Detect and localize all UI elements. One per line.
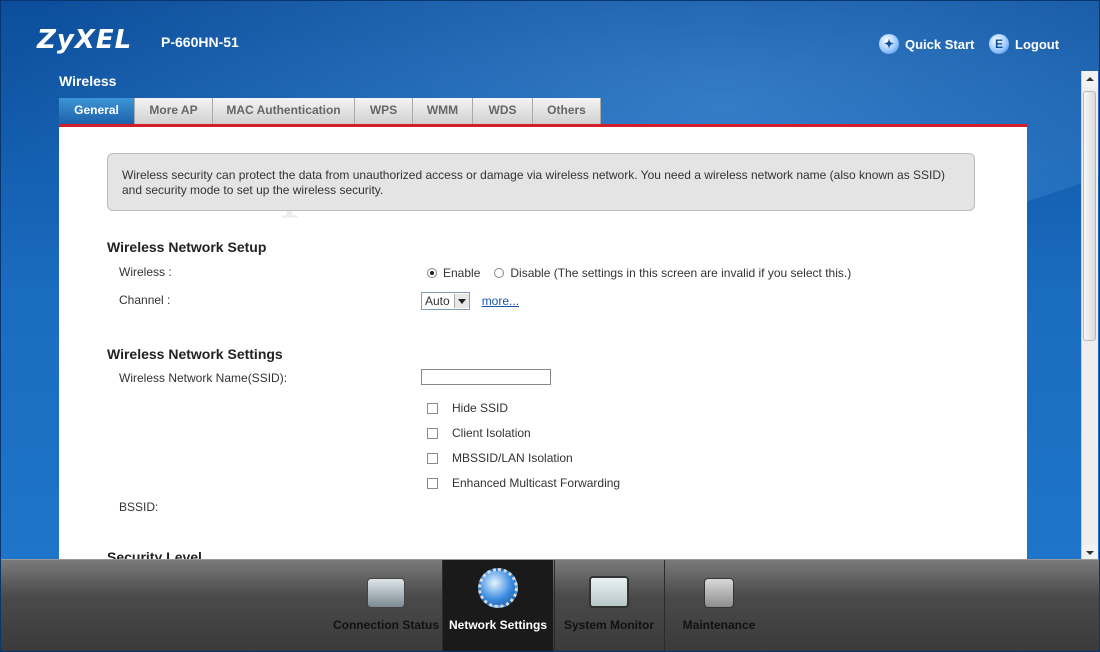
security-level-heading: Security Level — [107, 549, 202, 559]
channel-select-value: Auto — [425, 294, 450, 308]
nav-connection-status[interactable]: Connection Status — [331, 560, 441, 651]
channel-control: Auto more... — [421, 292, 519, 310]
tab-wds[interactable]: WDS — [473, 98, 533, 125]
mbssid-lan-isolation-checkbox[interactable] — [427, 452, 438, 464]
enable-radio[interactable] — [427, 268, 437, 278]
hide-ssid-label: Hide SSID — [452, 401, 509, 415]
quick-start-label: Quick Start — [905, 36, 975, 52]
nav-maintenance-label: Maintenance — [682, 618, 756, 632]
bssid-label: BSSID: — [119, 500, 159, 514]
tab-wmm[interactable]: WMM — [413, 98, 473, 125]
chart-monitor-icon — [589, 576, 629, 608]
wireless-network-setup-heading: Wireless Network Setup — [107, 239, 267, 255]
scroll-up-icon[interactable] — [1082, 71, 1098, 87]
ssid-label: Wireless Network Name(SSID): — [119, 371, 288, 385]
nav-maintenance[interactable]: Maintenance — [665, 560, 773, 651]
page-title: Wireless — [59, 73, 117, 89]
quick-start-link[interactable]: ✦ Quick Start — [879, 34, 974, 54]
content-panel: SetupRouter.com Wireless security can pr… — [59, 127, 1027, 559]
hide-ssid-checkbox[interactable] — [427, 402, 438, 414]
nav-network-settings[interactable]: Network Settings — [443, 560, 553, 651]
tab-general[interactable]: General — [59, 98, 135, 125]
mbssid-lan-isolation-label: MBSSID/LAN Isolation — [452, 451, 573, 465]
tab-more-ap[interactable]: More AP — [135, 98, 213, 125]
hide-ssid-option[interactable]: Hide SSID — [427, 401, 508, 415]
wireless-radio-group: Enable Disable (The settings in this scr… — [427, 266, 851, 280]
enhanced-multicast-checkbox[interactable] — [427, 477, 438, 489]
nav-connection-status-label: Connection Status — [332, 618, 439, 632]
client-isolation-checkbox[interactable] — [427, 427, 438, 439]
client-isolation-option[interactable]: Client Isolation — [427, 426, 531, 440]
router-admin-window: ZyXEL P-660HN-51 ✦ Quick Start E Logout … — [0, 0, 1100, 652]
logout-icon: E — [989, 34, 1009, 54]
zyxel-logo: ZyXEL — [37, 25, 133, 55]
channel-more-link[interactable]: more... — [482, 294, 519, 308]
enhanced-multicast-label: Enhanced Multicast Forwarding — [452, 476, 621, 490]
tab-wps[interactable]: WPS — [355, 98, 413, 125]
nav-network-settings-label: Network Settings — [448, 618, 547, 632]
wireless-label: Wireless : — [119, 265, 172, 279]
nav-system-monitor-label: System Monitor — [563, 618, 654, 632]
gear-globe-icon — [478, 568, 518, 608]
monitor-icon — [367, 578, 405, 608]
scroll-thumb[interactable] — [1083, 91, 1096, 341]
wizard-icon: ✦ — [879, 34, 899, 54]
tools-icon — [704, 578, 734, 608]
enable-radio-label: Enable — [443, 266, 481, 280]
tab-mac-authentication[interactable]: MAC Authentication — [213, 98, 355, 125]
logout-label: Logout — [1015, 36, 1060, 52]
channel-select[interactable]: Auto — [421, 292, 470, 310]
model-name: P-660HN-51 — [161, 34, 239, 50]
logout-link[interactable]: E Logout — [989, 34, 1059, 54]
nav-system-monitor[interactable]: System Monitor — [555, 560, 663, 651]
bottom-navigation: Connection Status Network Settings Syste… — [1, 559, 1099, 651]
tab-bar: General More AP MAC Authentication WPS W… — [59, 98, 601, 125]
channel-label: Channel : — [119, 293, 171, 307]
tab-others[interactable]: Others — [533, 98, 601, 125]
ssid-input[interactable] — [421, 369, 551, 385]
wireless-network-settings-heading: Wireless Network Settings — [107, 346, 283, 362]
disable-radio[interactable] — [494, 268, 505, 278]
info-notice: Wireless security can protect the data f… — [107, 153, 975, 211]
enhanced-multicast-option[interactable]: Enhanced Multicast Forwarding — [427, 476, 620, 490]
disable-radio-label: Disable (The settings in this screen are… — [510, 266, 852, 280]
mbssid-lan-isolation-option[interactable]: MBSSID/LAN Isolation — [427, 451, 573, 465]
page-scrollbar[interactable] — [1081, 71, 1098, 561]
client-isolation-label: Client Isolation — [452, 426, 531, 440]
chevron-down-icon — [453, 294, 469, 308]
